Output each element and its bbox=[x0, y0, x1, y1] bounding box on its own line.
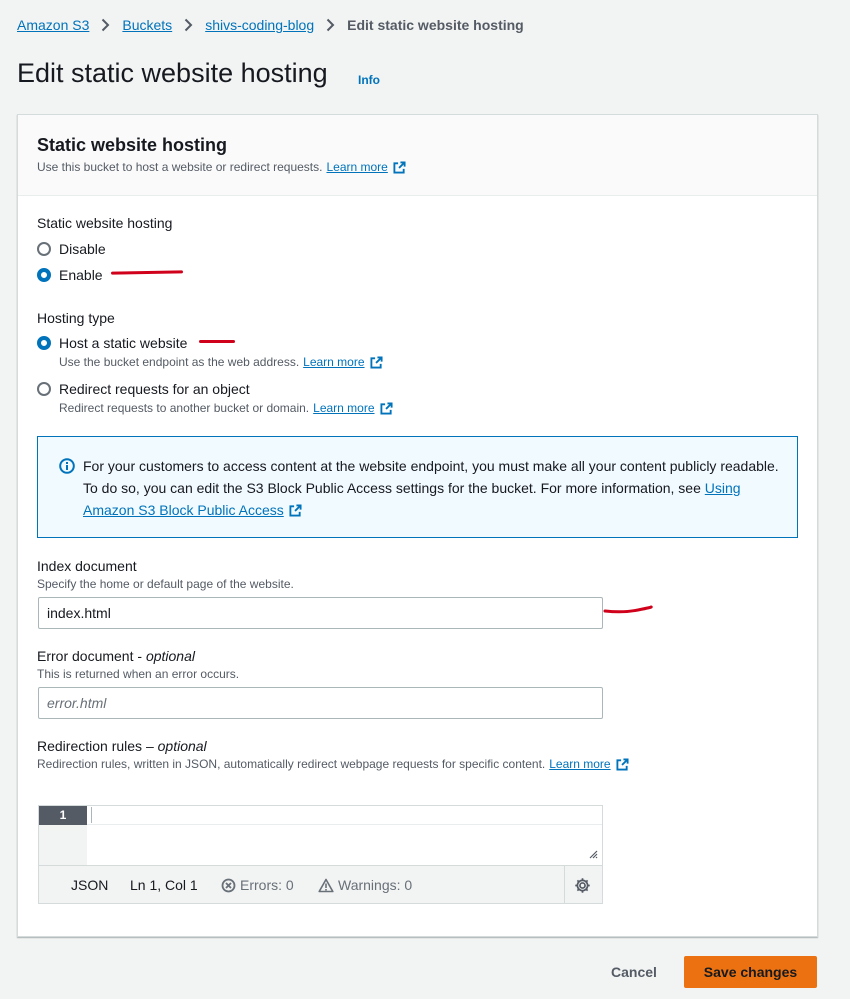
panel-description: Use this bucket to host a website or red… bbox=[37, 160, 406, 174]
editor-status-bar: JSON Ln 1, Col 1 Errors: 0 Warnings: 0 bbox=[39, 865, 602, 904]
errors-count: Errors: 0 bbox=[240, 877, 294, 893]
panel-header: Static website hosting Use this bucket t… bbox=[18, 115, 817, 196]
gear-icon[interactable] bbox=[574, 877, 591, 894]
chevron-right-icon bbox=[326, 18, 335, 32]
breadcrumb-current: Edit static website hosting bbox=[347, 17, 524, 33]
language-indicator[interactable]: JSON bbox=[71, 877, 108, 893]
line-number: 1 bbox=[39, 806, 87, 825]
code-line[interactable] bbox=[87, 806, 602, 825]
alert-message: For your customers to access content at … bbox=[83, 455, 783, 521]
radio-label: Host a static website bbox=[59, 335, 188, 351]
editor-gutter bbox=[39, 825, 87, 865]
warnings-indicator[interactable]: Warnings: 0 bbox=[318, 877, 412, 893]
info-link[interactable]: Info bbox=[358, 73, 380, 87]
breadcrumb: Amazon S3 Buckets shivs-coding-blog Edit… bbox=[17, 17, 524, 33]
radio-host-static-website[interactable]: Host a static website bbox=[37, 335, 187, 351]
chevron-right-icon bbox=[184, 18, 193, 32]
text-cursor bbox=[91, 807, 92, 823]
json-code-editor[interactable]: 1 JSON Ln 1, Col 1 Errors: 0 Warnings: 0 bbox=[38, 805, 603, 904]
index-document-description: Specify the home or default page of the … bbox=[37, 577, 294, 591]
page-title: Edit static website hosting bbox=[17, 58, 328, 88]
chevron-right-icon bbox=[101, 18, 110, 32]
optional-tag: optional bbox=[157, 738, 207, 754]
redirection-rules-label: Redirection rules – optional bbox=[37, 738, 207, 754]
external-link-icon bbox=[369, 355, 383, 369]
resize-handle-icon[interactable] bbox=[588, 849, 598, 859]
redirection-rules-label-text: Redirection rules – bbox=[37, 738, 158, 754]
learn-more-link[interactable]: Learn more bbox=[549, 757, 610, 771]
red-annotation-mark bbox=[110, 270, 184, 275]
breadcrumb-amazon-s3[interactable]: Amazon S3 bbox=[17, 17, 89, 33]
error-document-description: This is returned when an error occurs. bbox=[37, 667, 240, 681]
error-document-input[interactable] bbox=[38, 687, 603, 719]
index-document-input[interactable] bbox=[38, 597, 603, 629]
cursor-position: Ln 1, Col 1 bbox=[130, 877, 198, 893]
external-link-icon bbox=[393, 160, 406, 174]
radio-button-checked[interactable] bbox=[37, 268, 51, 282]
info-alert: For your customers to access content at … bbox=[37, 436, 798, 538]
save-changes-button[interactable]: Save changes bbox=[684, 956, 817, 988]
error-document-label-text: Error document - bbox=[37, 648, 146, 664]
learn-more-link[interactable]: Learn more bbox=[326, 160, 387, 174]
radio-label: Redirect requests for an object bbox=[59, 381, 250, 397]
panel-title: Static website hosting bbox=[37, 135, 228, 155]
cancel-button[interactable]: Cancel bbox=[596, 956, 672, 988]
radio-disable[interactable]: Disable bbox=[37, 241, 106, 257]
radio-redirect-requests[interactable]: Redirect requests for an object bbox=[37, 381, 250, 397]
radio-button[interactable] bbox=[37, 382, 51, 396]
error-circle-icon bbox=[221, 878, 236, 892]
breadcrumb-buckets[interactable]: Buckets bbox=[122, 17, 172, 33]
red-annotation-mark bbox=[199, 340, 235, 343]
warnings-count: Warnings: 0 bbox=[338, 877, 413, 893]
status-divider bbox=[564, 866, 565, 904]
radio-label: Enable bbox=[59, 267, 103, 283]
static-website-hosting-panel: Static website hosting Use this bucket t… bbox=[17, 114, 818, 937]
panel-description-text: Use this bucket to host a website or red… bbox=[37, 160, 323, 174]
breadcrumb-bucket-name[interactable]: shivs-coding-blog bbox=[205, 17, 314, 33]
radio-enable[interactable]: Enable bbox=[37, 267, 103, 283]
redirection-rules-description-text: Redirection rules, written in JSON, auto… bbox=[37, 757, 546, 771]
radio-label: Disable bbox=[59, 241, 106, 257]
errors-indicator[interactable]: Errors: 0 bbox=[221, 877, 294, 893]
external-link-icon bbox=[616, 757, 629, 771]
info-icon bbox=[59, 458, 75, 474]
hosting-type-label: Hosting type bbox=[37, 310, 115, 326]
learn-more-link[interactable]: Learn more bbox=[303, 355, 364, 369]
index-document-label: Index document bbox=[37, 558, 137, 574]
hosting-label: Static website hosting bbox=[37, 215, 173, 231]
redirection-rules-description: Redirection rules, written in JSON, auto… bbox=[37, 757, 629, 771]
option-description-text: Use the bucket endpoint as the web addre… bbox=[59, 355, 300, 369]
warning-triangle-icon bbox=[318, 878, 334, 892]
option-description-text: Redirect requests to another bucket or d… bbox=[59, 401, 310, 415]
alert-text: For your customers to access content at … bbox=[83, 458, 779, 496]
error-document-label: Error document - optional bbox=[37, 648, 195, 664]
host-static-description: Use the bucket endpoint as the web addre… bbox=[59, 355, 383, 369]
learn-more-link[interactable]: Learn more bbox=[313, 401, 374, 415]
redirect-description: Redirect requests to another bucket or d… bbox=[59, 401, 393, 415]
external-link-icon bbox=[289, 504, 302, 517]
external-link-icon bbox=[379, 401, 393, 415]
radio-button[interactable] bbox=[37, 242, 51, 256]
radio-button-checked[interactable] bbox=[37, 336, 51, 350]
red-annotation-mark bbox=[603, 605, 653, 614]
optional-tag: optional bbox=[145, 648, 195, 664]
